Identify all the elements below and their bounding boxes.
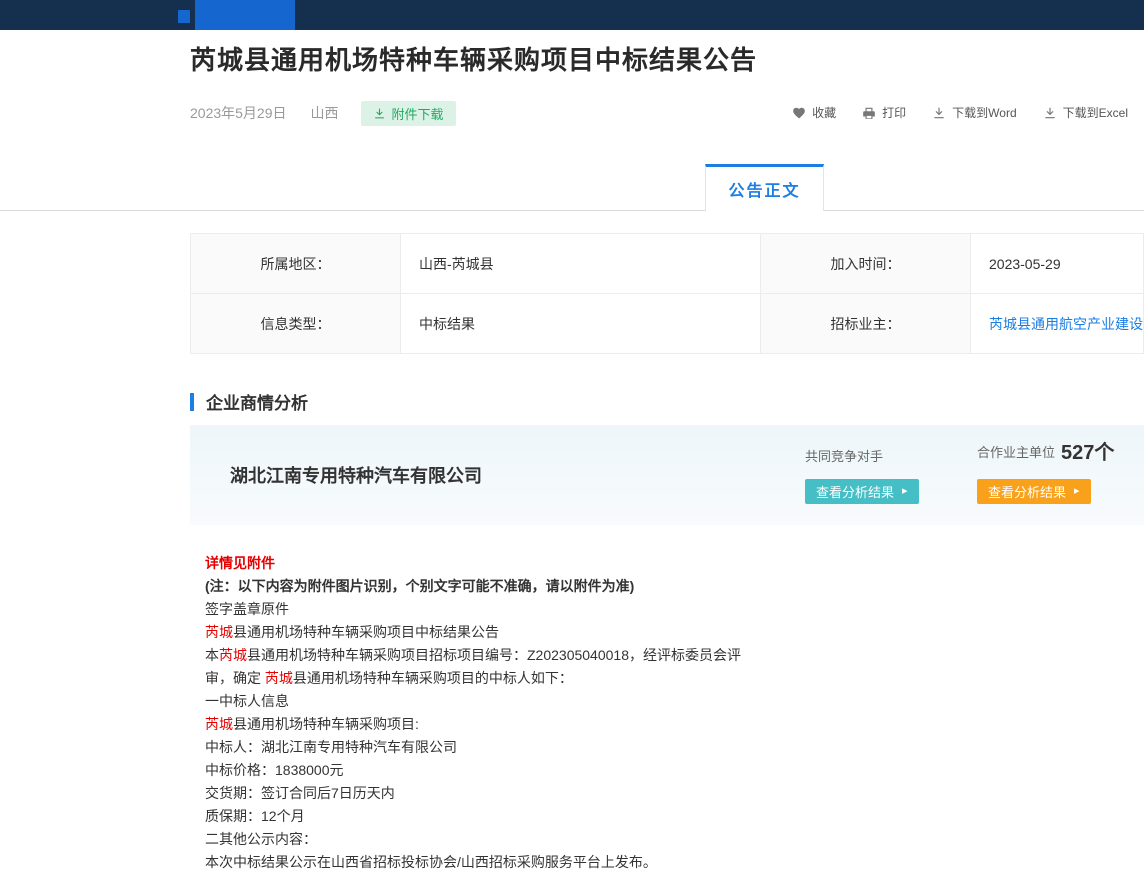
highlighted-keyword: 芮城 (205, 624, 233, 640)
meta-row: 2023年5月29日 山西 附件下载 (190, 100, 456, 126)
article-line: 本芮城县通用机场特种车辆采购项目招标项目编号：Z202305040018，经评标… (205, 644, 1025, 667)
download-icon (373, 107, 386, 120)
nav-highlight[interactable] (195, 0, 295, 30)
button-label: 查看分析结果 (988, 482, 1066, 501)
article-line: 本次中标结果公示在山西省招标投标协会/山西招标采购服务平台上发布。 (205, 851, 1025, 874)
print-button[interactable]: 打印 (862, 104, 906, 121)
info-row: 信息类型： 中标结果 招标业主： 芮城县通用航空产业建设发 (191, 294, 1144, 354)
chevron-right-icon: ▸ (902, 486, 908, 497)
region-label: 山西 (311, 103, 339, 123)
page-title: 芮城县通用机场特种车辆采购项目中标结果公告 (190, 40, 757, 77)
nav-highlight-small[interactable] (178, 10, 190, 23)
competitor-block: 共同竞争对手 查看分析结果 ▸ (805, 449, 919, 504)
company-name: 湖北江南专用特种汽车有限公司 (230, 425, 482, 525)
tab-announcement-body[interactable]: 公告正文 (705, 164, 824, 211)
highlighted-keyword: 芮城 (205, 716, 233, 732)
download-icon (1043, 106, 1057, 120)
highlighted-keyword: 详情见附件 (205, 555, 275, 571)
article-text: 本次中标结果公示在山西省招标投标协会/山西招标采购服务平台上发布。 (205, 854, 657, 870)
article-text: 县通用机场特种车辆采购项目: (233, 716, 419, 732)
info-table: 所属地区： 山西-芮城县 加入时间： 2023-05-29 信息类型： 中标结果… (190, 233, 1144, 354)
printer-icon (862, 106, 876, 120)
article-line: 详情见附件 (205, 552, 1025, 575)
tab-divider (0, 210, 1144, 211)
info-label-region: 所属地区： (191, 234, 401, 294)
article-text: 县通用机场特种车辆采购项目中标结果公告 (233, 624, 499, 640)
download-excel-button[interactable]: 下载到Excel (1043, 104, 1128, 121)
article-line: 审，确定 芮城县通用机场特种车辆采购项目的中标人如下： (205, 667, 1025, 690)
article-text: 县通用机场特种车辆采购项目招标项目编号：Z202305040018，经评标委员会… (247, 647, 741, 663)
action-label: 收藏 (812, 104, 836, 121)
article-line: 交货期：签订合同后7日历天内 (205, 782, 1025, 805)
attachment-button-label: 附件下载 (392, 104, 444, 123)
action-label: 下载到Word (952, 104, 1016, 121)
article-line: (注：以下内容为附件图片识别，个别文字可能不准确，请以附件为准) (205, 575, 1025, 598)
attachment-download-button[interactable]: 附件下载 (361, 101, 456, 126)
highlighted-keyword: 芮城 (265, 670, 293, 686)
article-text: 中标价格：1838000元 (205, 762, 344, 778)
view-partner-analysis-button[interactable]: 查看分析结果 ▸ (977, 479, 1091, 504)
article-text: 中标人：湖北江南专用特种汽车有限公司 (205, 739, 457, 755)
info-label-type: 信息类型： (191, 294, 401, 354)
heart-icon (792, 106, 806, 120)
publish-date: 2023年5月29日 (190, 103, 287, 123)
tender-owner-link[interactable]: 芮城县通用航空产业建设发 (971, 294, 1144, 354)
partner-label-row: 合作业主单位 527个 (977, 443, 1114, 463)
article-line: 芮城县通用机场特种车辆采购项目: (205, 713, 1025, 736)
action-label: 下载到Excel (1063, 104, 1128, 121)
article-line: 中标人：湖北江南专用特种汽车有限公司 (205, 736, 1025, 759)
info-value-type: 中标结果 (401, 294, 761, 354)
article-line: 一中标人信息 (205, 690, 1025, 713)
chevron-right-icon: ▸ (1074, 486, 1080, 497)
info-label-date: 加入时间： (761, 234, 971, 294)
article-body: 详情见附件 (注：以下内容为附件图片识别，个别文字可能不准确，请以附件为准) 签字盖… (205, 552, 1025, 874)
article-text: 一中标人信息 (205, 693, 289, 709)
article-text: 本 (205, 647, 219, 663)
favorite-button[interactable]: 收藏 (792, 104, 836, 121)
section-accent-bar (190, 393, 194, 411)
download-word-button[interactable]: 下载到Word (932, 104, 1016, 121)
competitor-label: 共同竞争对手 (805, 449, 919, 465)
partner-label: 合作业主单位 (977, 443, 1055, 463)
partner-count: 527个 (1061, 443, 1114, 463)
action-bar: 收藏 打印 下载到Word 下载到Excel (792, 104, 1128, 121)
article-line: 质保期：12个月 (205, 805, 1025, 828)
article-text: 审，确定 (205, 670, 265, 686)
article-text: 签字盖章原件 (205, 601, 289, 617)
article-line: 芮城县通用机场特种车辆采购项目中标结果公告 (205, 621, 1025, 644)
top-nav-bar (0, 0, 1144, 30)
info-value-date: 2023-05-29 (971, 234, 1144, 294)
partner-block: 合作业主单位 527个 查看分析结果 ▸ (977, 443, 1114, 504)
article-line: 中标价格：1838000元 (205, 759, 1025, 782)
view-competitor-analysis-button[interactable]: 查看分析结果 ▸ (805, 479, 919, 504)
article-text: 交货期：签订合同后7日历天内 (205, 785, 395, 801)
article-line: 二其他公示内容： (205, 828, 1025, 851)
article-line: 签字盖章原件 (205, 598, 1025, 621)
article-text: 县通用机场特种车辆采购项目的中标人如下： (293, 670, 573, 686)
section-header: 企业商情分析 (190, 389, 308, 414)
button-label: 查看分析结果 (816, 482, 894, 501)
analysis-card: 湖北江南专用特种汽车有限公司 共同竞争对手 查看分析结果 ▸ 合作业主单位 52… (190, 425, 1144, 525)
download-icon (932, 106, 946, 120)
info-value-region: 山西-芮城县 (401, 234, 761, 294)
action-label: 打印 (882, 104, 906, 121)
article-text: (注：以下内容为附件图片识别，个别文字可能不准确，请以附件为准) (205, 578, 634, 594)
info-row: 所属地区： 山西-芮城县 加入时间： 2023-05-29 (191, 234, 1144, 294)
info-label-owner: 招标业主： (761, 294, 971, 354)
article-text: 质保期：12个月 (205, 808, 305, 824)
article-text: 二其他公示内容： (205, 831, 317, 847)
section-title: 企业商情分析 (206, 389, 308, 414)
highlighted-keyword: 芮城 (219, 647, 247, 663)
